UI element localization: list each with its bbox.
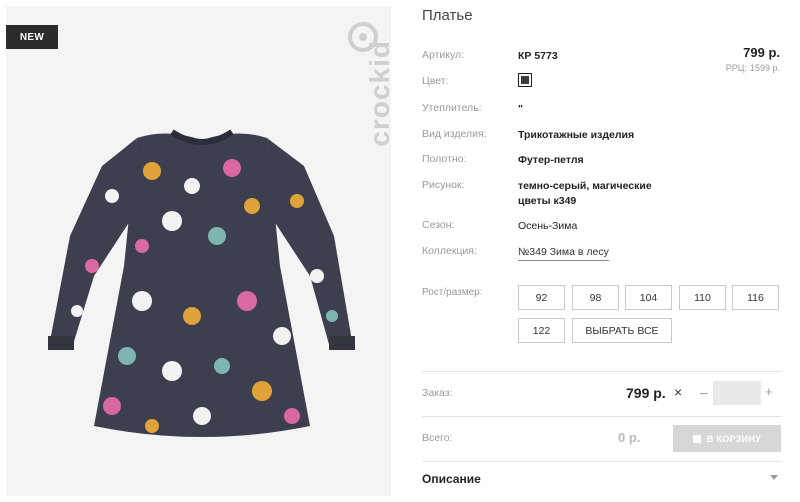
size-option[interactable]: 92 <box>518 285 565 310</box>
attr-pattern-value: темно-серый, магические цветы к349 <box>518 180 652 207</box>
attr-season-value: Осень-Зима <box>518 220 578 232</box>
size-option[interactable]: 98 <box>572 285 619 310</box>
product-price: 799 р. <box>743 45 780 60</box>
select-all-sizes-button[interactable]: ВЫБРАТЬ ВСЕ <box>572 318 672 343</box>
cart-icon <box>692 434 701 443</box>
brand-name: crockid <box>364 40 391 147</box>
product-title: Платье <box>422 7 473 24</box>
collection-link[interactable]: №349 Зима в лесу <box>518 246 609 261</box>
attr-fabric-value: Футер-петля <box>518 154 584 166</box>
attr-article-label: Артикул: <box>422 49 465 61</box>
color-swatch[interactable] <box>518 73 532 87</box>
attr-article-value: КР 5773 <box>518 50 558 62</box>
divider <box>422 461 782 462</box>
product-photo[interactable]: NEW crockid <box>6 6 391 496</box>
dress-image <box>48 129 355 437</box>
add-to-cart-button[interactable]: В КОРЗИНУ <box>673 425 781 452</box>
attr-type-label: Вид изделия: <box>422 128 487 140</box>
attr-season-label: Сезон: <box>422 219 455 231</box>
total-price: 0 р. <box>618 430 641 445</box>
attr-pattern-label: Рисунок: <box>422 179 465 191</box>
multiply-icon: × <box>674 384 683 400</box>
attr-type-value: Трикотажные изделия <box>518 129 635 141</box>
attr-fabric-label: Полотно: <box>422 153 467 165</box>
size-label: Рост/размер: <box>422 287 483 298</box>
description-toggle[interactable]: Описание <box>422 472 481 486</box>
size-option[interactable]: 116 <box>732 285 779 310</box>
total-label: Всего: <box>422 432 453 444</box>
add-to-cart-label: В КОРЗИНУ <box>706 433 762 444</box>
size-option[interactable]: 122 <box>518 318 565 343</box>
chevron-down-icon[interactable] <box>770 475 778 480</box>
new-badge: NEW <box>6 25 58 49</box>
divider <box>422 371 782 372</box>
product-page: NEW crockid Платье 799 р. РРЦ: 1599 р. А… <box>0 0 800 502</box>
size-option[interactable]: 104 <box>625 285 672 310</box>
quantity-input[interactable] <box>713 381 761 405</box>
decrease-quantity-button[interactable]: – <box>700 384 708 400</box>
size-option[interactable]: 110 <box>679 285 726 310</box>
rrp-label: РРЦ: <box>725 63 747 73</box>
order-label: Заказ: <box>422 387 453 399</box>
rrp-price: РРЦ: 1599 р. <box>726 63 780 73</box>
attr-color-label: Цвет: <box>422 75 449 87</box>
rrp-value: 1599 р. <box>749 63 780 73</box>
order-price: 799 р. <box>626 385 666 401</box>
product-info: Платье 799 р. РРЦ: 1599 р. Артикул: КР 57… <box>422 0 792 502</box>
attr-insulation-label: Утеплитель: <box>422 102 482 114</box>
increase-quantity-button[interactable]: + <box>765 384 773 399</box>
attr-insulation-value: " <box>518 103 523 115</box>
attr-collection-label: Коллекция: <box>422 245 477 257</box>
divider <box>422 416 782 417</box>
